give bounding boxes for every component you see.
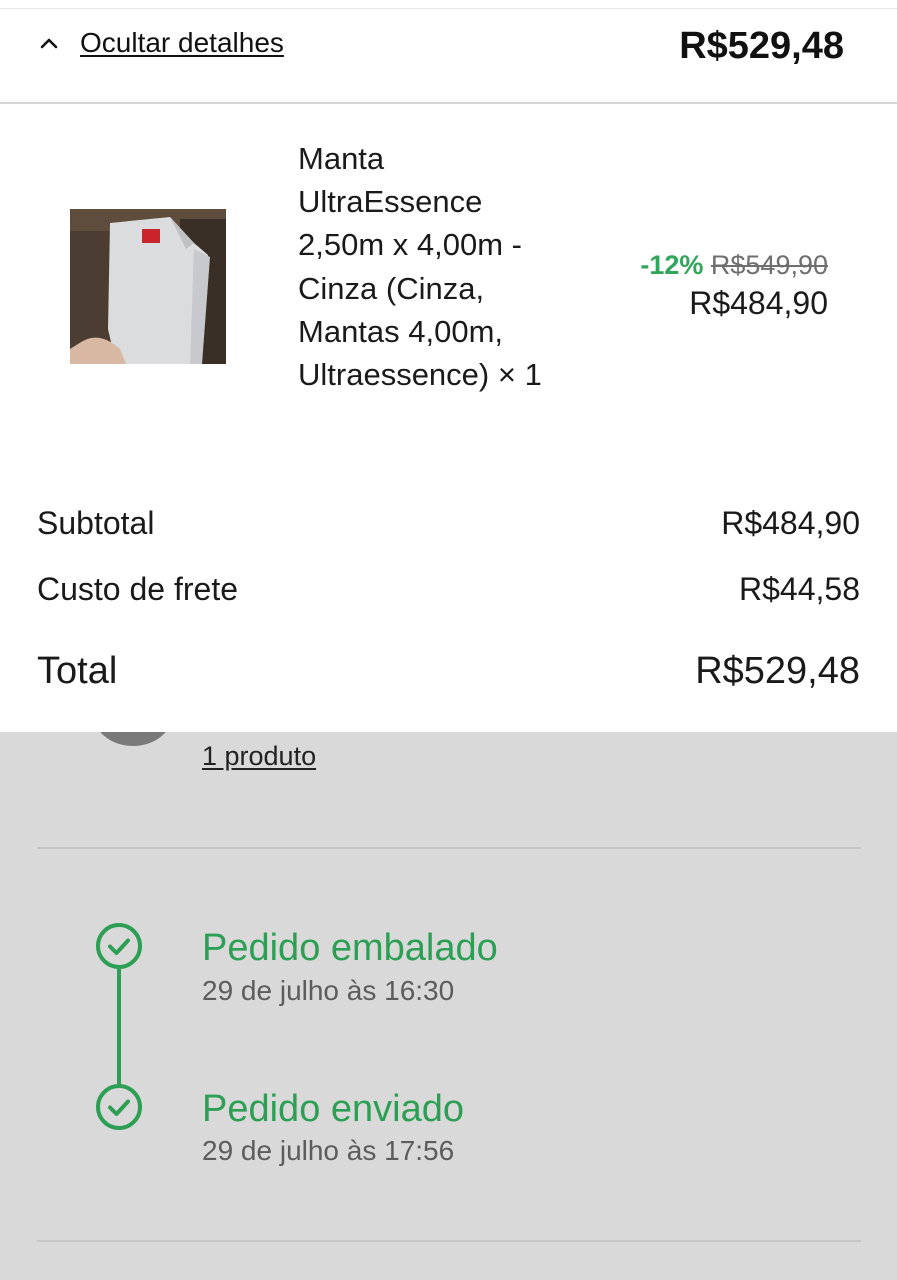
check-circle-icon [95, 1083, 143, 1131]
order-details-panel: Ocultar detalhes R$529,48 Manta UltraEss… [0, 0, 897, 732]
shipping-value: R$44,58 [739, 571, 860, 607]
subtotal-label: Subtotal [37, 505, 155, 541]
timeline-step-time: 29 de julho às 17:56 [202, 1135, 455, 1166]
subtotal-value: R$484,90 [721, 505, 860, 541]
order-summary-bar: Ocultar detalhes R$529,48 [0, 9, 897, 104]
discount-badge: -12% [640, 250, 704, 280]
original-price: R$549,90 [710, 250, 828, 280]
hide-details-toggle[interactable]: Ocultar detalhes [36, 27, 284, 59]
product-price: R$484,90 [689, 285, 828, 321]
discount-line: -12% R$549,90 [640, 250, 828, 281]
shipping-row: Custo de frete R$44,58 [37, 571, 860, 608]
divider [37, 1240, 861, 1242]
products-link[interactable]: 1 produto [202, 741, 316, 772]
total-value: R$529,48 [695, 650, 860, 692]
timeline-connector [117, 967, 121, 1085]
chevron-up-icon [36, 30, 62, 56]
total-label: Total [37, 650, 118, 692]
divider [37, 847, 861, 849]
timeline-step-title: Pedido embalado [202, 927, 498, 969]
product-name: Manta UltraEssence 2,50m x 4,00m - Cinza… [298, 141, 542, 393]
timeline-step-time: 29 de julho às 16:30 [202, 975, 455, 1006]
timeline-step-title: Pedido enviado [202, 1088, 464, 1130]
check-circle-icon [95, 922, 143, 970]
hide-details-label: Ocultar detalhes [80, 27, 284, 58]
total-row: Total R$529,48 [37, 650, 860, 693]
product-image [70, 209, 226, 364]
subtotal-row: Subtotal R$484,90 [37, 505, 860, 542]
order-total-summary: R$529,48 [679, 25, 844, 67]
shipping-label: Custo de frete [37, 571, 238, 607]
